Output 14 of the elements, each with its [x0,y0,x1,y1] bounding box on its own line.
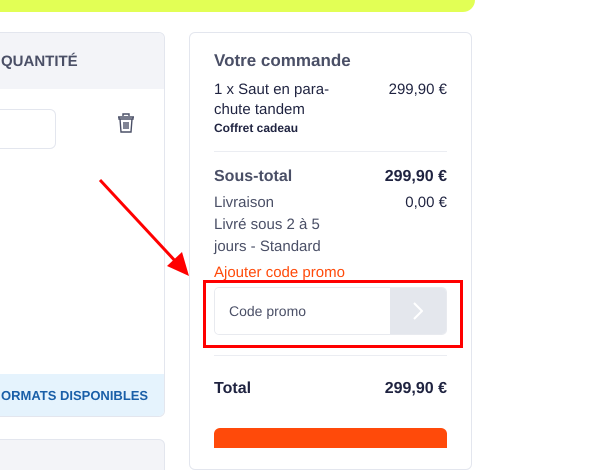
subtotal-value: 299,90 € [384,168,447,186]
subtotal-label: Sous-total [214,168,292,186]
item-name: 1 x Saut en para-chute tandem [214,80,330,120]
item-variant: Coffret cadeau [214,121,300,135]
shipping-value: 0,00 € [405,193,447,213]
total-value: 299,90 € [384,380,447,398]
add-promo-link[interactable]: Ajouter code promo [214,264,345,281]
shipping-detail: Livré sous 2 à 5 jours - Standard [214,215,322,257]
total-label: Total [214,380,252,398]
quantity-header: QUANTITÉ [1,52,78,70]
promo-code-field[interactable]: Code promo [214,287,447,335]
summary-title: Votre commande [214,51,352,71]
item-price: 299,90 € [388,80,447,100]
shipping-label: Livraison [214,193,276,213]
